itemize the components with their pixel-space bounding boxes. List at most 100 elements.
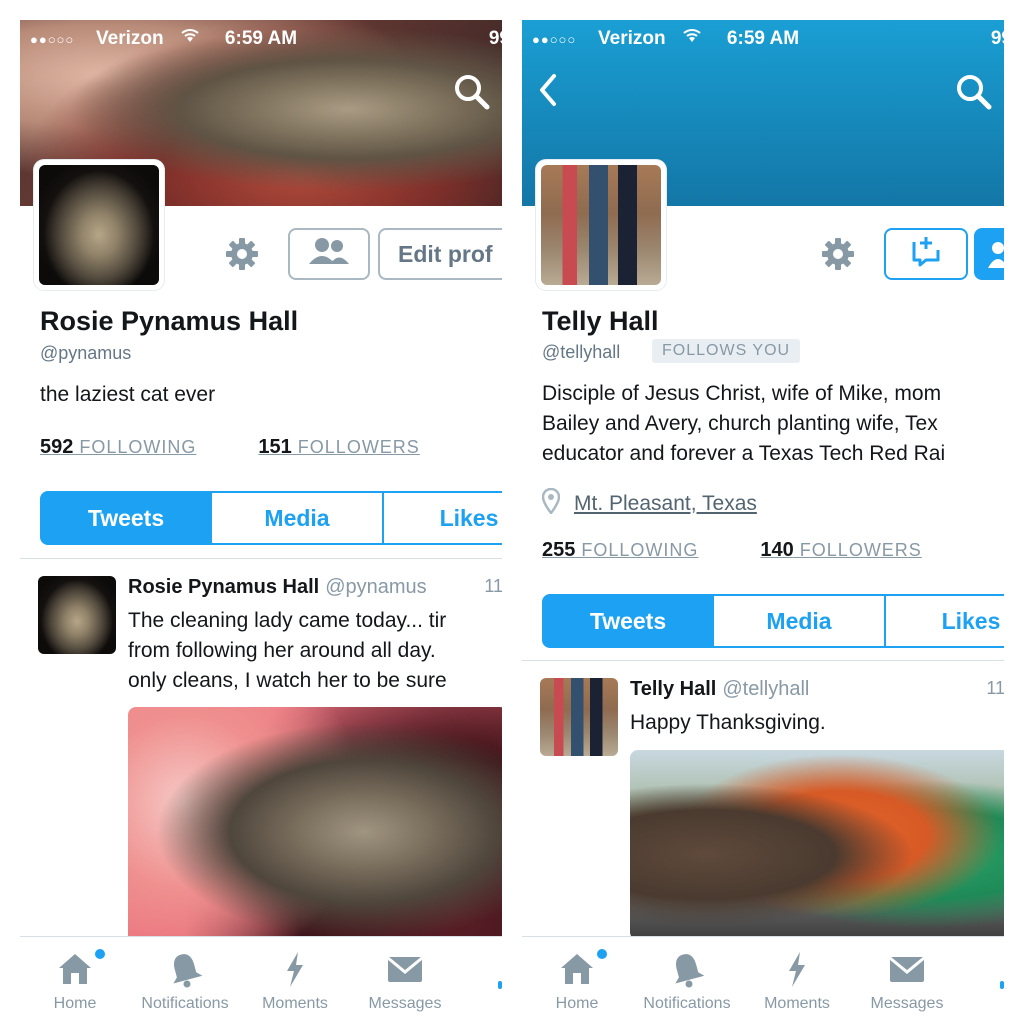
battery-percent: 99: [488, 28, 502, 49]
tabbar-moments[interactable]: Moments: [742, 949, 852, 1013]
profile-bio: Disciple of Jesus Christ, wife of Mike, …: [542, 379, 945, 469]
tabbar-moments[interactable]: Moments: [240, 949, 350, 1013]
tabbar-notifications[interactable]: Notifications: [632, 949, 742, 1013]
tweet-text: Happy Thanksgiving.: [630, 711, 826, 734]
tab-likes[interactable]: Likes: [886, 594, 1004, 648]
direct-message-icon: [906, 234, 946, 274]
tabbar-home-label: Home: [53, 995, 97, 1012]
tabbar-home[interactable]: Home: [20, 949, 130, 1013]
tab-media[interactable]: Media: [212, 491, 384, 545]
tweet-text: The cleaning lady came today... tir from…: [128, 606, 447, 696]
tweet-author-name[interactable]: Telly Hall: [630, 678, 716, 700]
bio-line: Bailey and Avery, church planting wife, …: [542, 412, 938, 435]
profile-counts: 592 FOLLOWING 151 FOLLOWERS: [40, 436, 420, 459]
bio-line: Disciple of Jesus Christ, wife of Mike, …: [542, 382, 942, 405]
tab-tweets[interactable]: Tweets: [542, 594, 714, 648]
tabbar-messages-label: Messages: [368, 995, 442, 1012]
following-count: 592: [40, 436, 74, 458]
tabbar-moments-label: Moments: [764, 995, 830, 1012]
home-unread-dot: [597, 949, 607, 959]
tweet-text-line: from following her around all day.: [128, 639, 436, 662]
profile-display-name: Rosie Pynamus Hall: [40, 306, 299, 336]
tweet-date: 11/: [986, 678, 1004, 698]
following-link[interactable]: 592 FOLLOWING: [40, 436, 196, 459]
location-text[interactable]: Mt. Pleasant, Texas: [574, 492, 757, 515]
followers-link[interactable]: 140 FOLLOWERS: [760, 539, 921, 562]
tweet-header: Telly Hall @tellyhall: [630, 678, 809, 701]
lightning-icon: [777, 949, 817, 989]
followers-count: 140: [760, 539, 794, 561]
tweet-media-photo[interactable]: [630, 750, 1004, 940]
search-icon[interactable]: [452, 72, 492, 112]
divider: [20, 558, 502, 559]
followers-label: FOLLOWERS: [291, 437, 420, 457]
profile-bio: the laziest cat ever: [40, 383, 216, 406]
tabbar-home[interactable]: Home: [522, 949, 632, 1013]
follow-button[interactable]: [974, 228, 1004, 280]
followers-count: 151: [258, 436, 292, 458]
tabbar-moments-label: Moments: [262, 995, 328, 1012]
gear-icon[interactable]: [222, 234, 262, 274]
divider: [522, 660, 1004, 661]
overflow-indicator: [498, 981, 502, 989]
direct-message-button[interactable]: [884, 228, 968, 280]
battery-percent: 99: [990, 28, 1004, 49]
back-chevron-icon[interactable]: [536, 70, 560, 110]
following-count: 255: [542, 539, 576, 561]
location-pin-icon: [541, 487, 561, 520]
clock: 6:59 AM: [224, 28, 298, 49]
bottom-tab-bar: Home Notifications Moments Messages: [522, 936, 1004, 1024]
avatar-image: [39, 165, 159, 285]
tweet-header: Rosie Pynamus Hall @pynamus: [128, 576, 427, 599]
profile-counts: 255 FOLLOWING 140 FOLLOWERS: [542, 539, 922, 562]
status-bar: ●●○○○ Verizon 6:59 AM 99: [522, 20, 1004, 58]
following-label: FOLLOWING: [73, 437, 197, 457]
follows-you-badge: FOLLOWS YOU: [652, 339, 801, 363]
tab-tweets[interactable]: Tweets: [40, 491, 212, 545]
tweet[interactable]: Telly Hall @tellyhall 11/ Happy Thanksgiv…: [522, 678, 1004, 940]
search-icon[interactable]: [954, 72, 994, 112]
tweet-avatar[interactable]: [540, 678, 618, 756]
follow-icon: [988, 240, 1004, 273]
tweet-author-handle: @tellyhall: [722, 678, 810, 700]
tweet-author-name[interactable]: Rosie Pynamus Hall: [128, 576, 319, 598]
tabbar-messages[interactable]: Messages: [350, 949, 460, 1013]
tab-media[interactable]: Media: [714, 594, 886, 648]
tabbar-notifications-label: Notifications: [141, 995, 229, 1012]
tweet-media-photo[interactable]: [128, 707, 502, 947]
bell-icon: [165, 949, 205, 989]
tweet[interactable]: Rosie Pynamus Hall @pynamus 11/ The clean…: [20, 576, 502, 947]
tab-likes[interactable]: Likes: [384, 491, 502, 545]
envelope-icon: [385, 949, 425, 989]
profile-tabs: Tweets Media Likes: [542, 594, 1004, 648]
bell-icon: [667, 949, 707, 989]
tabbar-messages-label: Messages: [870, 995, 944, 1012]
followers-label: FOLLOWERS: [793, 540, 922, 560]
bottom-tab-bar: Home Notifications Moments Messages: [20, 936, 502, 1024]
home-unread-dot: [95, 949, 105, 959]
tweet-avatar[interactable]: [38, 576, 116, 654]
followers-link[interactable]: 151 FOLLOWERS: [258, 436, 419, 459]
people-icon: [306, 236, 352, 272]
home-icon: [55, 949, 95, 989]
edit-profile-button[interactable]: Edit prof: [378, 228, 502, 280]
overflow-indicator: [1000, 981, 1004, 989]
profile-handle: @pynamus: [40, 343, 132, 363]
following-link[interactable]: 255 FOLLOWING: [542, 539, 698, 562]
tabbar-messages[interactable]: Messages: [852, 949, 962, 1013]
tweet-text-line: The cleaning lady came today... tir: [128, 609, 447, 632]
profile-location[interactable]: Mt. Pleasant, Texas: [541, 487, 757, 520]
gear-icon[interactable]: [818, 234, 858, 274]
profile-avatar[interactable]: [536, 160, 666, 290]
tweet-text-line: only cleans, I watch her to be sure: [128, 669, 447, 692]
profile-display-name: Telly Hall: [542, 306, 659, 336]
lists-button[interactable]: [288, 228, 370, 280]
tabbar-notifications-label: Notifications: [643, 995, 731, 1012]
bio-line: educator and forever a Texas Tech Red Ra…: [542, 442, 946, 465]
profile-avatar[interactable]: [34, 160, 164, 290]
clock: 6:59 AM: [726, 28, 800, 49]
tabbar-notifications[interactable]: Notifications: [130, 949, 240, 1013]
status-bar: ●●○○○ Verizon 6:59 AM 99: [20, 20, 502, 58]
lightning-icon: [275, 949, 315, 989]
following-label: FOLLOWING: [575, 540, 699, 560]
